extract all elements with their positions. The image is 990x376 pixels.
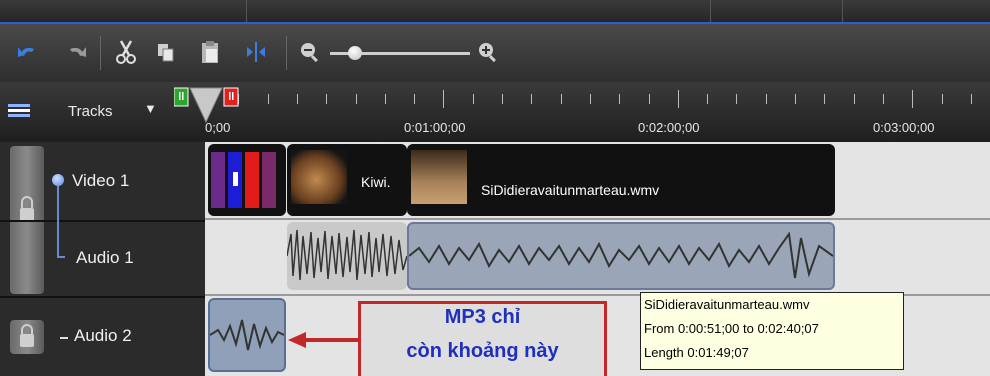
tooltip-line: From 0:00:51;00 to 0:02:40;07 [644,321,819,336]
ruler-tick [648,94,650,104]
ruler-tick [941,94,943,104]
ruler-tick [414,94,416,104]
cut-icon[interactable] [112,38,140,66]
ruler-tick [619,94,621,104]
ruler-label: 0:02:00;00 [638,120,700,135]
waveform-icon [287,229,407,281]
ruler-tick [560,94,562,104]
paste-icon[interactable] [196,38,224,66]
timeline-window: Tracks ▼ 0;00 0:01:00;00 0:02:00;00 0:03… [0,0,990,376]
clip-thumbnail [411,150,467,204]
track-audio-2[interactable]: Audio 2 [0,298,205,376]
arrow-left-icon [288,330,360,350]
track-name: Audio 2 [74,326,132,345]
zoom-out-icon[interactable] [296,38,324,66]
ruler-tick [882,94,884,104]
clip-kiwi[interactable]: Kiwi. [287,144,407,216]
ruler-tick [824,94,826,104]
ruler-tick [531,94,533,104]
tooltip-line: Length 0:01:49;07 [644,345,749,360]
ruler-label: 0:01:00;00 [404,120,466,135]
clip-thumbnail [291,150,347,204]
chevron-down-icon[interactable]: ▼ [144,101,157,116]
annotation-callout: MP3 chỉ còn khoảng này [358,301,607,376]
clip-audio-mp3[interactable] [208,298,286,372]
ruler-tick [765,94,767,104]
track-dot-icon [52,174,64,186]
clip-audio-kiwi[interactable] [287,222,407,290]
lane-divider [205,218,990,220]
zoom-slider-knob[interactable] [348,46,362,60]
undo-icon[interactable] [14,38,42,66]
track-name: Video 1 [72,171,130,190]
track-name: Audio 1 [76,248,134,267]
track-video-1[interactable]: Video 1 [0,142,205,222]
ruler-label: 0:03:00;00 [873,120,935,135]
waveform-icon [210,319,284,351]
ruler-tick [795,94,796,104]
ruler-tick [707,94,709,104]
title-clips[interactable] [208,144,286,216]
ruler-tick [853,94,855,104]
ruler-tick [384,94,386,104]
ruler-tick [355,94,357,104]
ruler-tick [472,94,474,104]
ruler-tick [296,94,298,104]
tracks-icon [8,104,30,118]
waveform-icon [409,231,833,279]
callout-line: MP3 chỉ [444,306,521,328]
track-headers: Video 1 Audio 1 Audio 2 [0,142,205,376]
clip-label: SiDidieravaitunmarteau.wmv [481,182,660,198]
ruler-tick [970,94,972,104]
clip-label: Kiwi. [361,174,391,190]
zoom-in-icon[interactable] [474,38,502,66]
tracks-menu-label[interactable]: Tracks [68,103,112,120]
clip-audio-main[interactable] [407,222,835,290]
ruler-tick [326,94,328,104]
ruler-tick [912,90,914,108]
track-audio-1[interactable]: Audio 1 [0,222,205,298]
playhead[interactable] [173,86,240,124]
redo-icon[interactable] [62,38,90,66]
timeline-toolbar [0,24,990,82]
ruler-tick [677,90,679,108]
track-lock[interactable] [10,320,44,354]
ruler-tick [443,90,445,108]
clip-tooltip: SiDidieravaitunmarteau.wmv From 0:00:51;… [640,292,904,370]
clip-video-main[interactable]: SiDidieravaitunmarteau.wmv [407,144,835,216]
ruler-tick [267,94,269,104]
tooltip-line: SiDidieravaitunmarteau.wmv [644,297,810,312]
copy-icon[interactable] [152,38,180,66]
split-icon[interactable] [242,38,270,66]
track-dash [60,337,68,339]
top-strip [0,0,990,24]
callout-line: còn khoảng này [406,340,559,362]
ruler-tick [736,94,738,104]
ruler-tick [502,94,503,104]
ruler-tick [589,94,591,104]
